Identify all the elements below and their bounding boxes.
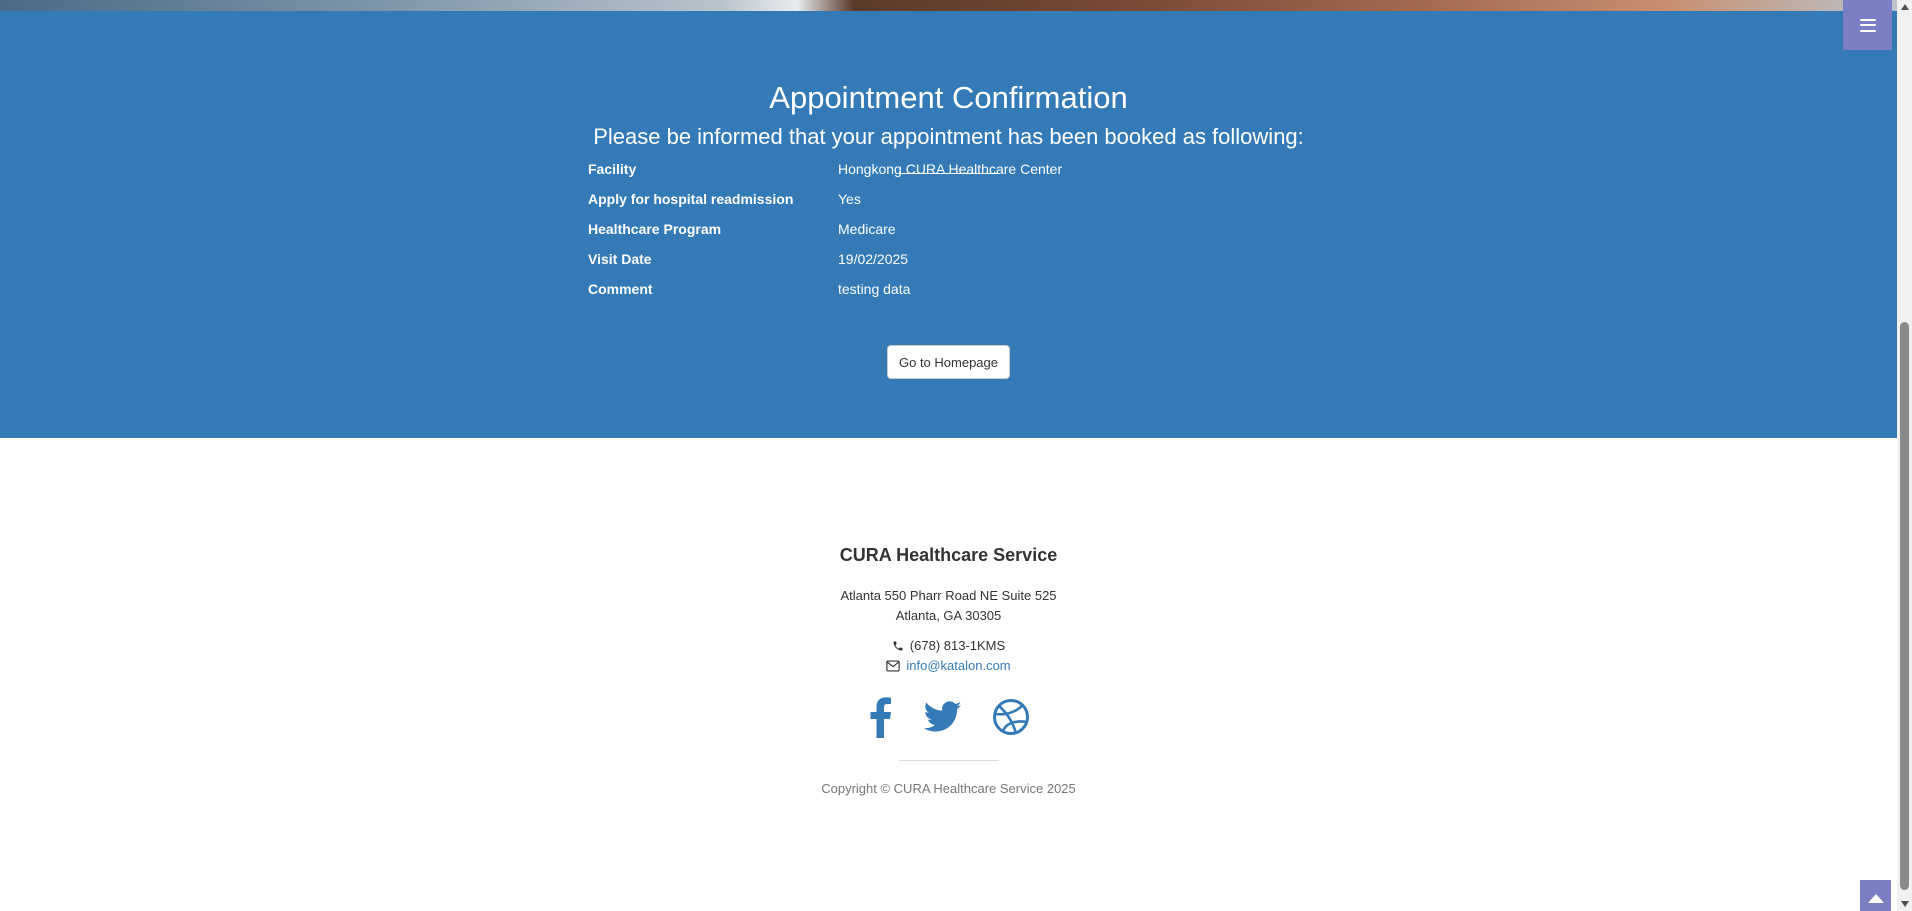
facility-value: Hongkong CURA Healthcare Center [838, 161, 1063, 177]
hero-image-strip [0, 0, 1897, 11]
dribbble-icon[interactable] [992, 698, 1030, 741]
detail-row-visit-date: Visit Date 19/02/2025 [588, 251, 1388, 275]
footer: CURA Healthcare Service Atlanta 550 Phar… [0, 438, 1897, 911]
scroll-down-arrow-icon[interactable] [1901, 901, 1909, 907]
twitter-icon[interactable] [923, 701, 962, 738]
phone-number: (678) 813-1KMS [909, 638, 1006, 653]
envelope-icon [886, 660, 901, 672]
detail-row-comment: Comment testing data [588, 281, 1388, 305]
page-title: Appointment Confirmation [769, 80, 1128, 115]
comment-value: testing data [838, 281, 911, 297]
social-links [0, 696, 1897, 743]
phone-icon [893, 641, 903, 651]
detail-row-program: Healthcare Program Medicare [588, 221, 1388, 245]
detail-row-facility: Facility Hongkong CURA Healthcare Center [588, 161, 1388, 185]
go-to-homepage-button[interactable]: Go to Homepage [887, 345, 1010, 379]
footer-divider [899, 760, 999, 761]
bars-icon [1859, 18, 1876, 32]
address-line-1: Atlanta 550 Pharr Road NE Suite 525 [840, 588, 1057, 603]
facebook-icon[interactable] [867, 696, 893, 743]
page-subtitle: Please be informed that your appointment… [593, 124, 1304, 149]
detail-label: Apply for hospital readmission [588, 191, 794, 207]
phone-line: (678) 813-1KMS [0, 638, 1897, 653]
email-link[interactable]: info@katalon.com [906, 658, 1010, 673]
scroll-up-arrow-icon[interactable] [1901, 4, 1909, 10]
vertical-scrollbar[interactable] [1897, 0, 1912, 911]
detail-label: Healthcare Program [588, 221, 722, 237]
email-line: info@katalon.com [0, 658, 1897, 673]
readmission-value: Yes [838, 191, 861, 207]
address-line-2: Atlanta, GA 30305 [895, 608, 1002, 623]
back-to-top-button[interactable] [1860, 880, 1891, 911]
visit-date-value: 19/02/2025 [838, 251, 909, 267]
program-value: Medicare [838, 221, 896, 237]
scrollbar-thumb[interactable] [1900, 322, 1909, 890]
menu-toggle-button[interactable] [1843, 0, 1892, 50]
detail-label: Visit Date [588, 251, 652, 267]
copyright-text: Copyright © CURA Healthcare Service 2025 [821, 781, 1076, 796]
detail-label: Comment [588, 281, 653, 297]
detail-label: Facility [588, 161, 637, 177]
footer-brand: CURA Healthcare Service [839, 545, 1058, 565]
detail-row-readmission: Apply for hospital readmission Yes [588, 191, 1388, 215]
appointment-confirmation-section: Appointment Confirmation Please be infor… [0, 11, 1897, 438]
